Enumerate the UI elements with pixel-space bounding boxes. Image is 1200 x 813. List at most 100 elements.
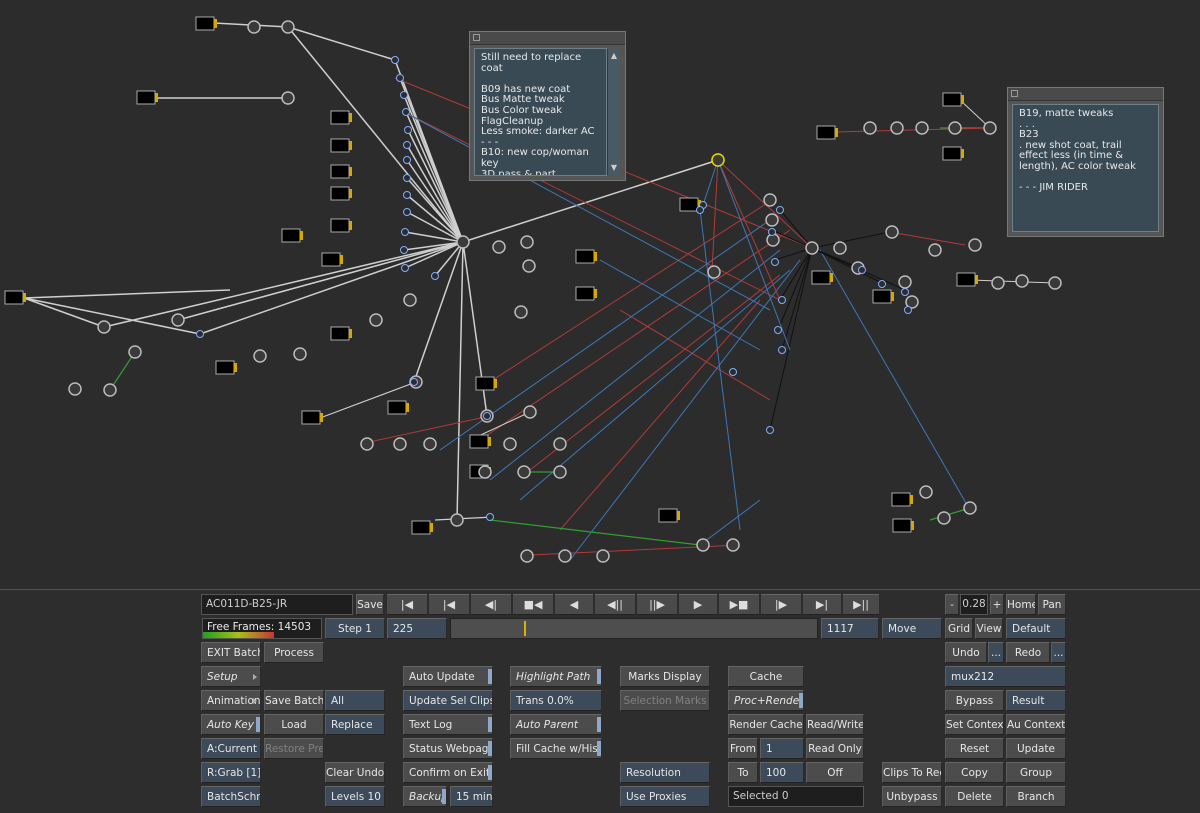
link-dot[interactable] [904,306,912,314]
move-mode-button[interactable]: Move [882,618,942,639]
undo-list-button[interactable]: ... [988,642,1004,663]
link-dot[interactable] [400,246,408,254]
clip-node[interactable] [811,270,831,285]
all-button[interactable]: All [325,690,385,711]
marks-display-button[interactable]: Marks Display [620,666,710,687]
process-node[interactable] [522,259,536,273]
process-node[interactable] [520,549,534,563]
exit-batch-button[interactable]: EXIT Batch [201,642,261,663]
clip-node[interactable] [136,90,156,105]
undo-button[interactable]: Undo [945,642,987,663]
note-title-bar[interactable] [1008,88,1163,101]
save-batch-button[interactable]: Save Batch [264,690,324,711]
step-back-button[interactable]: ◀|| [595,594,635,615]
link-dot[interactable] [696,206,704,214]
process-node[interactable] [948,121,962,135]
undo-levels-field[interactable]: Levels 10 [325,786,385,807]
copy-button[interactable]: Copy [945,762,1004,783]
clip-node[interactable] [195,16,215,31]
process-node[interactable] [711,153,725,167]
process-node[interactable] [833,241,847,255]
clip-node[interactable] [215,360,235,375]
grid-button[interactable]: Grid [945,618,973,639]
scroll-down-icon[interactable]: ▼ [610,163,618,173]
link-dot[interactable] [483,412,491,420]
clip-node[interactable] [330,138,350,153]
step-forward-button[interactable]: ||▶ [637,594,677,615]
go-to-start-button[interactable]: |◀ [387,594,427,615]
process-node[interactable] [520,235,534,249]
note-box-2[interactable]: B19, matte tweaks . . . B23 . new shot c… [1007,87,1164,237]
redo-button[interactable]: Redo [1006,642,1050,663]
process-node[interactable] [968,238,982,252]
selection-marks-button[interactable]: Selection Marks [620,690,710,711]
process-node[interactable] [281,20,295,34]
context-name-field[interactable]: mux212 [945,666,1066,687]
au-context-button[interactable]: Au Context [1006,714,1066,735]
go-to-end-button[interactable]: ▶|| [843,594,879,615]
pan-button[interactable]: Pan [1038,594,1066,615]
r-grab-button[interactable]: R:Grab [1] [201,762,261,783]
process-button[interactable]: Process [264,642,324,663]
status-webpage-toggle[interactable]: Status Webpage [403,738,493,759]
play-reverse-button[interactable]: ◀ [555,594,593,615]
fill-cache-toggle[interactable]: Fill Cache w/Hist [510,738,602,759]
reset-button[interactable]: Reset [945,738,1004,759]
link-dot[interactable] [766,426,774,434]
use-proxies-button[interactable]: Use Proxies [620,786,710,807]
a-current-button[interactable]: A:Current [201,738,261,759]
process-node[interactable] [553,465,567,479]
zoom-out-button[interactable]: - [945,594,959,615]
process-node[interactable] [450,513,464,527]
link-dot[interactable] [776,206,784,214]
off-button[interactable]: Off [806,762,864,783]
load-button[interactable]: Load [264,714,324,735]
next-keyframe-button[interactable]: ▶| [803,594,841,615]
link-dot[interactable] [901,288,909,296]
batch-schematic[interactable]: Still need to replace coat B09 has new c… [0,0,1200,589]
clip-node[interactable] [330,326,350,341]
link-dot[interactable] [858,266,866,274]
process-node[interactable] [478,465,492,479]
link-dot[interactable] [403,208,411,216]
link-dot[interactable] [401,264,409,272]
process-node[interactable] [890,121,904,135]
setup-menu[interactable]: Setup [201,666,261,687]
backup-toggle[interactable]: Backup [403,786,447,807]
process-node[interactable] [281,91,295,105]
link-dot[interactable] [729,368,737,376]
process-node[interactable] [937,511,951,525]
zoom-value-field[interactable]: 0.28 [960,594,988,615]
process-node[interactable] [492,240,506,254]
result-button[interactable]: Result [1006,690,1066,711]
scroll-up-icon[interactable]: ▲ [610,51,618,61]
clip-node[interactable] [575,286,595,301]
process-node[interactable] [423,437,437,451]
clip-node[interactable] [679,197,699,212]
link-dot[interactable] [431,272,439,280]
link-dot[interactable] [404,126,412,134]
from-frame-field[interactable]: 1 [760,738,804,759]
process-node[interactable] [1048,276,1062,290]
clip-node[interactable] [892,518,912,533]
process-node[interactable] [523,405,537,419]
note-title-bar[interactable] [470,32,625,45]
clip-node[interactable] [330,218,350,233]
next-mark-button[interactable]: |▶ [761,594,801,615]
link-dot[interactable] [403,191,411,199]
link-dot[interactable] [391,56,399,64]
close-icon[interactable] [1011,90,1018,97]
text-log-toggle[interactable]: Text Log [403,714,493,735]
clip-node[interactable] [475,376,495,391]
link-dot[interactable] [486,513,494,521]
process-node[interactable] [97,320,111,334]
group-button[interactable]: Group [1006,762,1066,783]
redo-list-button[interactable]: ... [1051,642,1066,663]
note-text[interactable]: B19, matte tweaks . . . B23 . new shot c… [1012,104,1159,232]
timebar-slider[interactable] [450,618,818,639]
link-dot[interactable] [403,174,411,182]
link-dot[interactable] [774,326,782,334]
process-node[interactable] [983,121,997,135]
batch-schematic-button[interactable]: BatchSchm [201,786,261,807]
auto-key-toggle[interactable]: Auto Key [201,714,261,735]
